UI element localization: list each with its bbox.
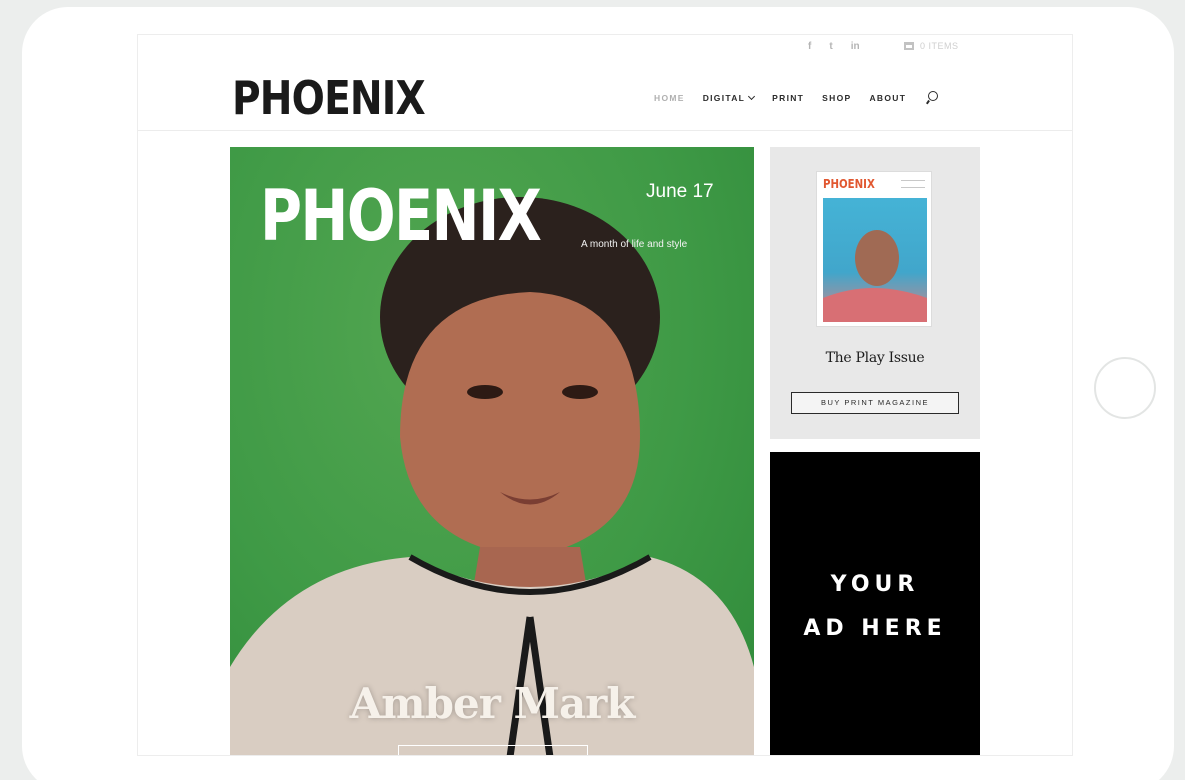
site-header: f t in 0 ITEMS PHOENIX HOME DIGITAL PRIN…	[138, 35, 1072, 131]
nav-home[interactable]: HOME	[654, 93, 685, 103]
instagram-icon[interactable]: in	[851, 41, 860, 52]
website-screen: f t in 0 ITEMS PHOENIX HOME DIGITAL PRIN…	[137, 34, 1073, 756]
cover-thumb-logo: PHOENIX	[823, 177, 875, 191]
nav-shop[interactable]: SHOP	[822, 93, 851, 103]
cover-thumb-lines	[901, 180, 925, 188]
tablet-home-button[interactable]	[1094, 357, 1156, 419]
cover-person-name: Amber Mark	[349, 679, 636, 728]
search-icon[interactable]	[926, 91, 939, 105]
site-logo[interactable]: PHOENIX	[232, 71, 426, 125]
hero-cover[interactable]: PHOENIX June 17 A month of life and styl…	[230, 147, 754, 755]
cover-thumb-photo	[823, 198, 927, 322]
cart-icon	[904, 42, 914, 50]
chevron-down-icon	[748, 92, 756, 101]
twitter-icon[interactable]: t	[829, 41, 832, 52]
nav-digital-label: DIGITAL	[702, 93, 746, 103]
nav-digital[interactable]: DIGITAL	[702, 92, 756, 103]
cart-count: 0 ITEMS	[920, 41, 959, 51]
main-nav: HOME DIGITAL PRINT SHOP ABOUT	[654, 91, 939, 105]
ad-banner[interactable]: YOUR AD HERE	[770, 452, 980, 755]
ad-line-1: YOUR	[830, 572, 920, 597]
cover-button[interactable]	[398, 745, 588, 755]
print-issue-card: PHOENIX The Play Issue BUY PRINT MAGAZIN…	[770, 147, 980, 439]
magazine-cover-thumbnail[interactable]: PHOENIX	[816, 171, 932, 327]
cover-title: PHOENIX	[260, 175, 542, 257]
facebook-icon[interactable]: f	[808, 41, 811, 52]
social-links: f t in	[808, 41, 860, 52]
cover-date: June 17	[646, 181, 714, 202]
buy-print-magazine-button[interactable]: BUY PRINT MAGAZINE	[791, 392, 959, 414]
nav-print[interactable]: PRINT	[772, 93, 804, 103]
cart-link[interactable]: 0 ITEMS	[904, 41, 959, 51]
nav-about[interactable]: ABOUT	[869, 93, 906, 103]
cover-tagline: A month of life and style	[581, 239, 688, 250]
issue-title: The Play Issue	[825, 350, 925, 366]
ad-line-2: AD HERE	[803, 616, 947, 641]
